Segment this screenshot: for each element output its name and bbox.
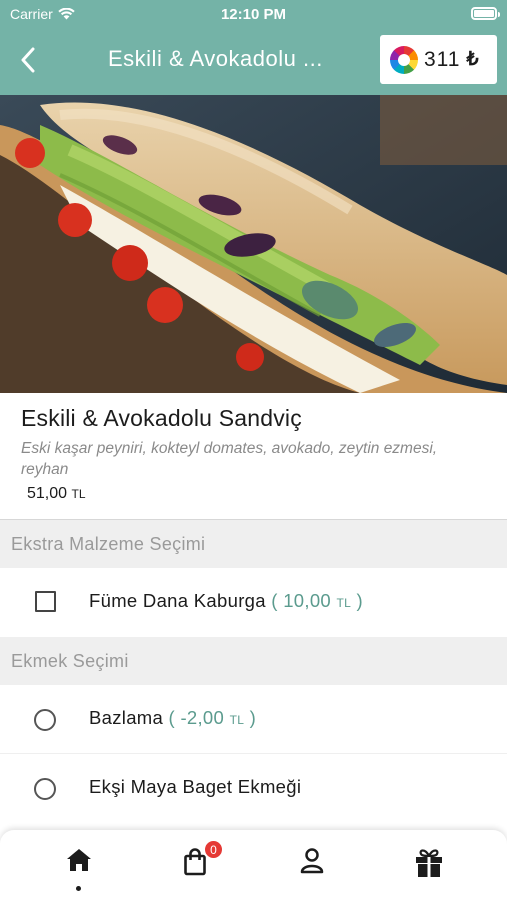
nav-home[interactable] [59, 848, 99, 891]
nav-profile[interactable] [292, 848, 332, 888]
option-extra-value: -2,00 [180, 707, 225, 728]
cart-count-badge: 0 [203, 839, 224, 860]
option-name: Füme Dana Kaburga [89, 590, 266, 611]
header: Eskili & Avokadolu ... 311 ₺ [0, 28, 507, 95]
section-title: Ekstra Malzeme Seçimi [11, 534, 206, 554]
status-time: 12:10 PM [220, 6, 287, 23]
option-extra-price: ( 10,00 TL ) [271, 590, 363, 611]
option-row-fume-dana-kaburga[interactable]: Füme Dana Kaburga ( 10,00 TL ) [0, 568, 507, 636]
product-price-unit: TL [71, 487, 86, 501]
chevron-left-icon [21, 47, 35, 73]
option-extra-unit: TL [336, 596, 352, 610]
option-label: Ekşi Maya Baget Ekmeği [89, 776, 301, 798]
section-header-bread: Ekmek Seçimi [0, 637, 507, 685]
option-extra-close: ) [351, 590, 363, 611]
option-extra-close: ) [244, 707, 257, 728]
gift-icon [416, 849, 442, 877]
option-name: Ekşi Maya Baget Ekmeği [89, 776, 302, 797]
option-label: Bazlama ( -2,00 TL ) [89, 707, 256, 729]
product-info: Eskili & Avokadolu Sandviç Eski kaşar pe… [0, 393, 507, 519]
wallet-logo-icon [390, 45, 418, 74]
wallet-amount: 311 [424, 47, 461, 71]
option-extra-price: ( -2,00 TL ) [169, 707, 257, 728]
nav-gifts[interactable] [409, 848, 449, 888]
product-price-value: 51,00 [27, 485, 68, 502]
battery-icon [471, 7, 500, 20]
product-description: Eski kaşar peyniri, kokteyl domates, avo… [21, 440, 438, 478]
option-row-bazlama[interactable]: Bazlama ( -2,00 TL ) [0, 685, 507, 753]
page-title: Eskili & Avokadolu ... [108, 46, 323, 71]
home-icon [67, 849, 91, 871]
radio-button[interactable] [34, 709, 56, 731]
option-extra-unit: TL [229, 713, 245, 727]
section-header-extras: Ekstra Malzeme Seçimi [0, 520, 507, 568]
option-label: Füme Dana Kaburga ( 10,00 TL ) [89, 590, 363, 612]
option-name: Bazlama [89, 707, 164, 728]
status-bar: Carrier 12:10 PM [0, 0, 507, 28]
wallet-balance-button[interactable]: 311 ₺ [380, 35, 497, 84]
active-indicator [76, 886, 81, 891]
user-icon [300, 848, 324, 874]
option-extra-value: 10,00 [283, 590, 331, 611]
radio-button[interactable] [34, 778, 56, 800]
product-name: Eskili & Avokadolu Sandviç [21, 405, 302, 431]
option-row-eksi-maya-baget[interactable]: Ekşi Maya Baget Ekmeği [0, 754, 507, 822]
wallet-currency: ₺ [466, 49, 479, 70]
option-extra-open: ( [168, 707, 181, 728]
section-title: Ekmek Seçimi [11, 651, 129, 671]
product-image [0, 95, 507, 393]
checkbox[interactable] [35, 591, 56, 612]
product-price: 51,00 TL [27, 485, 86, 503]
back-button[interactable] [10, 42, 46, 78]
nav-cart[interactable]: 0 [175, 839, 224, 888]
bottom-nav: 0 [0, 830, 507, 900]
option-extra-open: ( [271, 590, 284, 611]
